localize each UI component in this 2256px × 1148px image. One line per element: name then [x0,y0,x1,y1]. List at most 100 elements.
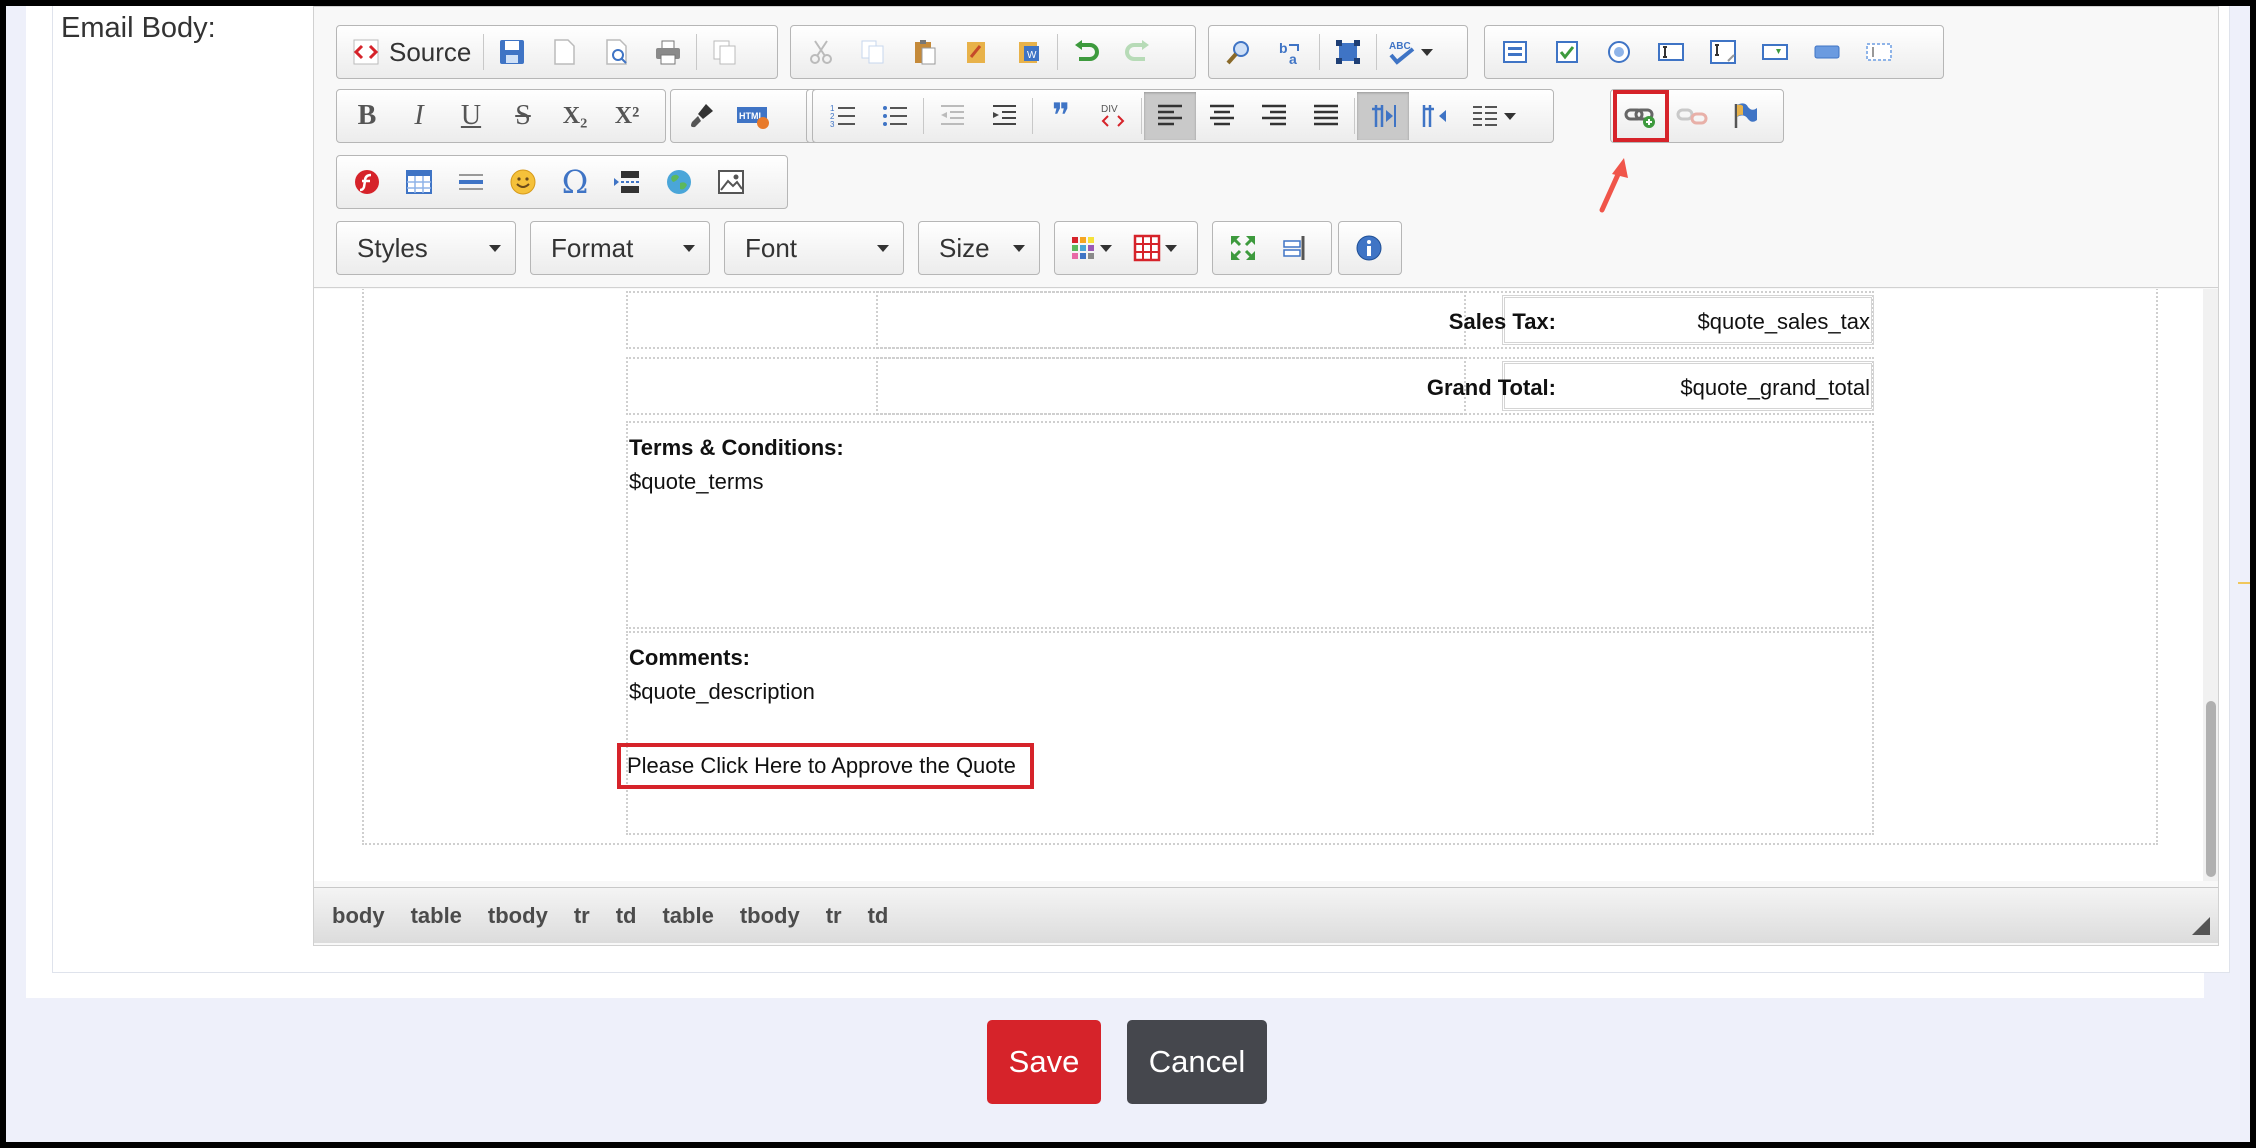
checkbox-button[interactable] [1541,28,1593,76]
elements-path-item[interactable]: td [616,903,637,928]
special-char-button[interactable]: Ω [549,158,601,206]
cut-button[interactable] [795,28,847,76]
subscript-button[interactable]: X₂ [549,92,601,140]
redo-button[interactable] [1112,28,1164,76]
separator [696,34,698,70]
print-button[interactable] [642,28,694,76]
preview-button[interactable] [590,28,642,76]
chevron-down-icon [1504,112,1516,120]
align-justify-button[interactable] [1300,92,1352,140]
indent-button[interactable] [978,92,1030,140]
textarea-button[interactable] [1697,28,1749,76]
align-center-button[interactable] [1196,92,1248,140]
find-button[interactable] [1213,28,1265,76]
new-page-button[interactable] [538,28,590,76]
bold-button[interactable]: B [341,92,393,140]
numbered-list-icon: 123 [830,104,855,129]
styles-dropdown[interactable]: Styles [336,221,516,275]
link-button[interactable] [1613,90,1669,142]
cancel-button[interactable]: Cancel [1127,1020,1267,1104]
div-container-button[interactable]: DIV [1087,92,1139,140]
replace-button[interactable]: ba [1265,28,1317,76]
unlink-button[interactable] [1667,92,1719,140]
elements-path-item[interactable]: body [332,903,385,928]
elements-path-item[interactable]: table [411,903,462,928]
underline-icon: U [460,100,482,131]
paste-text-button[interactable] [951,28,1003,76]
horizontal-rule-button[interactable] [445,158,497,206]
save-doc-button[interactable] [486,28,538,76]
table-grid-icon [1133,234,1161,262]
italic-button[interactable]: I [393,92,445,140]
iframe-button[interactable] [653,158,705,206]
paste-button[interactable] [899,28,951,76]
save-button[interactable]: Save [987,1020,1101,1104]
underline-button[interactable]: U [445,92,497,140]
text-rtl-button[interactable] [1409,92,1461,140]
select-field-button[interactable] [1749,28,1801,76]
styles-label: Styles [357,232,428,263]
elements-path-item[interactable]: tr [826,903,842,928]
table-grid-button[interactable] [1123,224,1187,272]
strike-button[interactable]: S [497,92,549,140]
page-break-button[interactable] [601,158,653,206]
text-ltr-button[interactable] [1357,92,1409,140]
anchor-button[interactable] [1719,92,1771,140]
radio-button[interactable] [1593,28,1645,76]
elements-path-item[interactable]: tbody [488,903,548,928]
remove-format-button[interactable]: HTML [727,92,779,140]
templates-button[interactable] [699,28,751,76]
text-color-button[interactable] [1059,224,1123,272]
textfield-button[interactable] [1645,28,1697,76]
preview-icon [606,39,628,65]
copy-format-button[interactable] [675,92,727,140]
copy-button[interactable] [847,28,899,76]
superscript-button[interactable]: X² [601,92,653,140]
paste-word-button[interactable]: W [1003,28,1055,76]
language-button[interactable] [1461,92,1525,140]
horizontal-rule-icon [459,174,483,190]
format-dropdown[interactable]: Format [530,221,710,275]
table-icon [406,170,432,194]
flash-icon [355,170,379,194]
form-button[interactable] [1489,28,1541,76]
separator [483,34,485,70]
bulleted-list-button[interactable] [869,92,921,140]
align-left-button[interactable] [1144,92,1196,140]
elements-path-item[interactable]: tbody [740,903,800,928]
font-dropdown[interactable]: Font [724,221,904,275]
resize-grip-icon[interactable] [2192,917,2210,935]
editor-scrollbar[interactable] [2203,289,2218,881]
numbered-list-button[interactable]: 123 [817,92,869,140]
approve-link-text[interactable]: Please Click Here to Approve the Quote [617,743,1034,789]
undo-button[interactable] [1060,28,1112,76]
hidden-field-button[interactable] [1853,28,1905,76]
elements-path-bar: body table tbody tr td table tbody tr td [314,887,2218,943]
elements-path-item[interactable]: td [868,903,889,928]
table-button[interactable] [393,158,445,206]
toolbar-group-paragraph: 123 ❞ DIV [812,89,1554,143]
blockquote-icon: ❞ [1051,96,1071,136]
smiley-button[interactable] [497,158,549,206]
image-button[interactable] [705,158,757,206]
spellcheck-button[interactable]: ABC [1379,28,1441,76]
elements-path-item[interactable]: table [662,903,713,928]
select-all-button[interactable] [1322,28,1374,76]
outdent-button[interactable] [926,92,978,140]
svg-text:a: a [1289,51,1297,67]
button-field-button[interactable] [1801,28,1853,76]
size-dropdown[interactable]: Size [918,221,1040,275]
elements-path-item[interactable]: tr [574,903,590,928]
about-button[interactable] [1343,224,1395,272]
scrollbar-thumb[interactable] [2206,701,2216,877]
editor-content-area[interactable]: Sales Tax: $quote_sales_tax Grand Total:… [314,289,2203,881]
source-button[interactable]: Source [341,28,481,76]
flash-button[interactable] [341,158,393,206]
table-cell [626,291,878,349]
align-right-button[interactable] [1248,92,1300,140]
blockquote-button[interactable]: ❞ [1035,92,1087,140]
maximize-icon [1231,236,1255,260]
show-blocks-button[interactable] [1269,224,1321,272]
maximize-button[interactable] [1217,224,1269,272]
terms-heading: Terms & Conditions: [629,435,844,460]
